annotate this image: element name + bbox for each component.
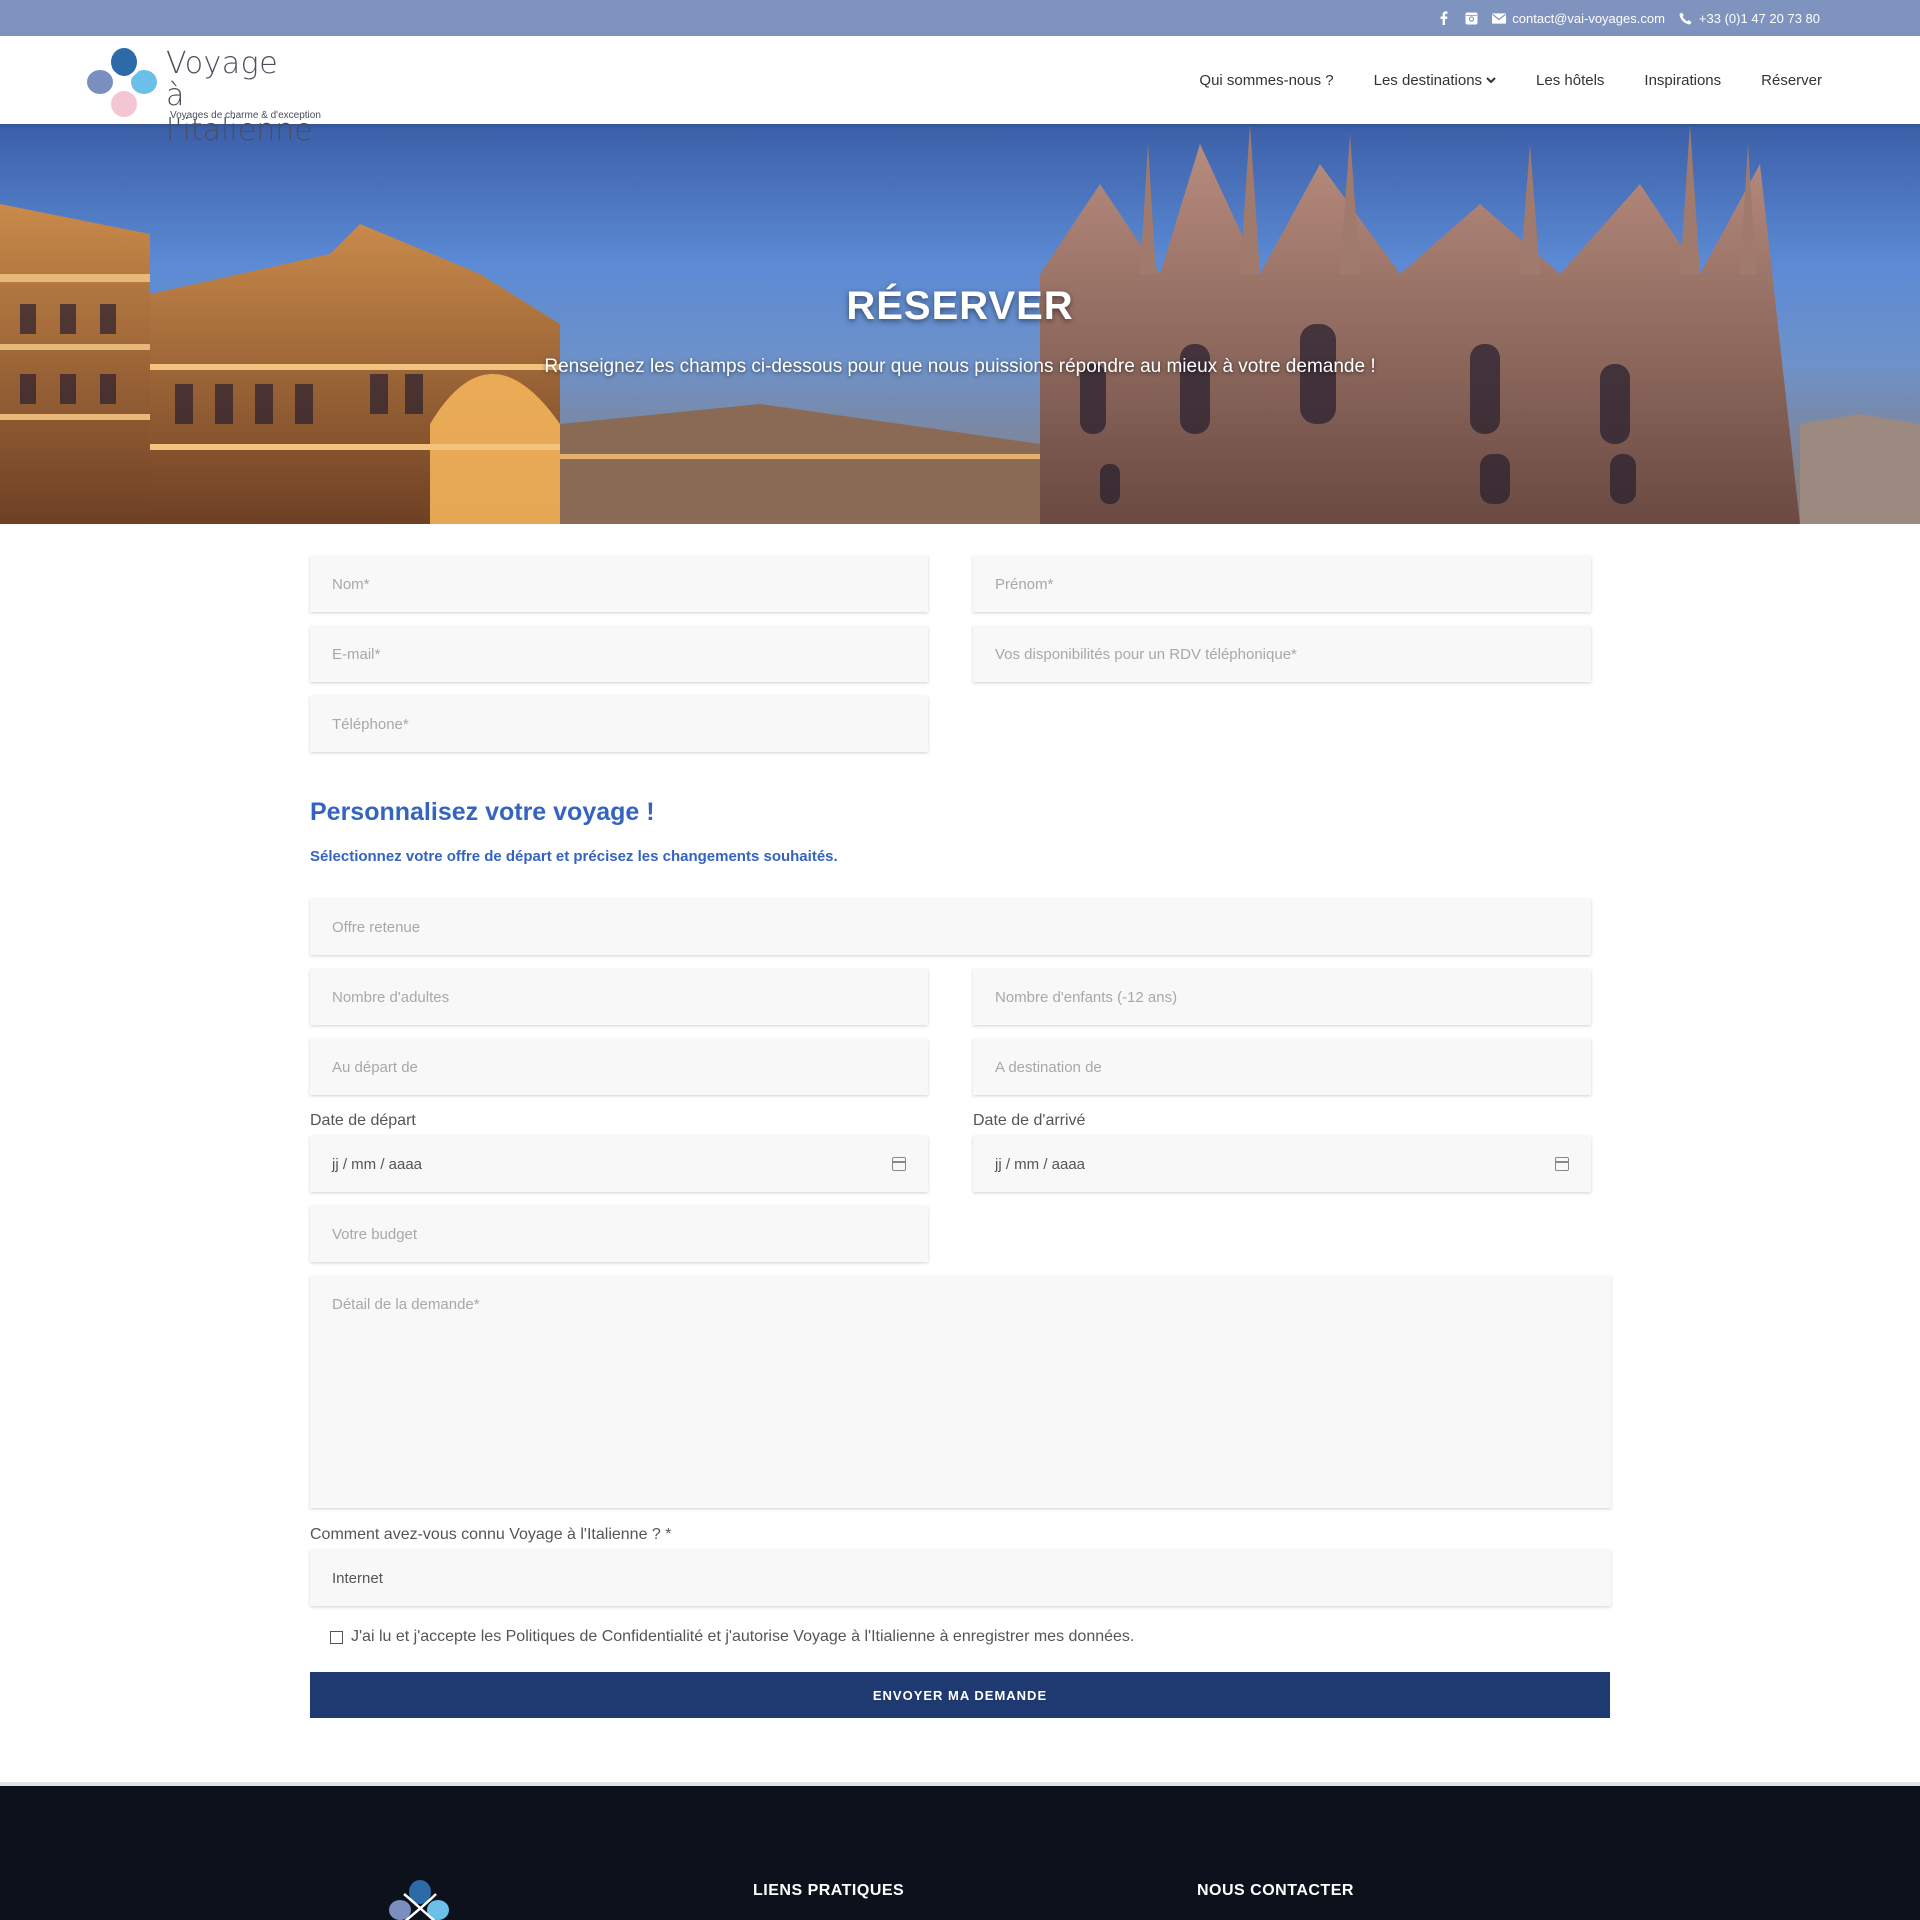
top-bar: contact@vai-voyages.com +33 (0)1 47 20 7… (0, 0, 1920, 36)
calendar-icon[interactable] (892, 1157, 906, 1171)
phone-icon (1679, 11, 1693, 25)
budget-input[interactable] (310, 1206, 928, 1262)
section-subtitle: Sélectionnez votre offre de départ et pr… (310, 848, 838, 865)
logo-line-1: Voyage (166, 46, 279, 81)
phone-text[interactable]: +33 (0)1 47 20 73 80 (1699, 11, 1820, 26)
top-bar-items: contact@vai-voyages.com +33 (0)1 47 20 7… (1436, 0, 1820, 36)
section-title: Personnalisez votre voyage ! (310, 798, 655, 826)
page-title: RÉSERVER (846, 284, 1074, 328)
site-footer: LIENS PRATIQUES NOUS CONTACTER (0, 1782, 1920, 1920)
source-selected-value: Internet (332, 1569, 383, 1587)
chevron-down-icon (1486, 77, 1496, 84)
telephone-input[interactable] (310, 696, 928, 752)
footer-nous-contacter-heading: NOUS CONTACTER (1197, 1882, 1354, 1899)
nav-les-destinations[interactable]: Les destinations (1374, 72, 1496, 89)
logo-tagline: Voyages de charme & d'exception (170, 110, 321, 121)
footer-logo-icon[interactable] (388, 1878, 452, 1920)
consent-text: J'ai lu et j'accepte les Politiques de C… (351, 1628, 1135, 1645)
main-nav: Qui sommes-nous ? Les destinations Les h… (1199, 36, 1822, 124)
depart-input[interactable] (310, 1039, 928, 1095)
date-arrive-value: jj / mm / aaaa (995, 1155, 1086, 1173)
disponibilites-input[interactable] (973, 626, 1591, 682)
hero-subtitle: Renseignez les champs ci-dessous pour qu… (544, 356, 1376, 377)
source-select[interactable]: Internet (310, 1550, 1611, 1606)
date-depart-label: Date de départ (310, 1112, 416, 1129)
email-text[interactable]: contact@vai-voyages.com (1512, 11, 1665, 26)
destination-input[interactable] (973, 1039, 1591, 1095)
consent-checkbox[interactable] (330, 1630, 343, 1644)
source-label: Comment avez-vous connu Voyage à l'Itali… (310, 1526, 672, 1543)
adultes-input[interactable] (310, 969, 928, 1025)
nav-reserver[interactable]: Réserver (1761, 72, 1822, 89)
site-logo[interactable]: Voyage à l'italienne Voyages de charme &… (86, 42, 326, 148)
date-arrive-label: Date de d'arrivé (973, 1112, 1086, 1129)
nav-les-destinations-label: Les destinations (1373, 71, 1483, 89)
date-depart-input[interactable]: jj / mm / aaaa (310, 1136, 928, 1192)
enfants-input[interactable] (973, 969, 1591, 1025)
offre-input[interactable] (310, 899, 1591, 955)
envelope-icon (1492, 11, 1507, 25)
phone-contact[interactable]: +33 (0)1 47 20 73 80 (1679, 11, 1820, 26)
hero-banner: RÉSERVER Renseignez les champs ci-dessou… (0, 124, 1920, 524)
nom-input[interactable] (310, 556, 928, 612)
calendar-icon[interactable] (1555, 1157, 1569, 1171)
email-contact[interactable]: contact@vai-voyages.com (1492, 11, 1665, 26)
site-header: Voyage à l'italienne Voyages de charme &… (0, 36, 1920, 148)
date-arrive-input[interactable]: jj / mm / aaaa (973, 1136, 1591, 1192)
nav-les-hotels[interactable]: Les hôtels (1536, 72, 1604, 89)
email-input[interactable] (310, 626, 928, 682)
detail-textarea[interactable] (310, 1276, 1611, 1508)
prenom-input[interactable] (973, 556, 1591, 612)
clover-logo-icon (87, 48, 157, 117)
nav-qui-sommes-nous[interactable]: Qui sommes-nous ? (1199, 72, 1333, 89)
nav-inspirations[interactable]: Inspirations (1644, 72, 1721, 89)
footer-liens-pratiques-heading: LIENS PRATIQUES (753, 1882, 905, 1899)
submit-button[interactable]: ENVOYER MA DEMANDE (310, 1672, 1610, 1718)
consent-row[interactable]: J'ai lu et j'accepte les Politiques de C… (330, 1628, 1134, 1646)
date-depart-value: jj / mm / aaaa (332, 1155, 423, 1173)
facebook-icon[interactable] (1436, 11, 1450, 25)
instagram-icon[interactable] (1464, 11, 1478, 25)
